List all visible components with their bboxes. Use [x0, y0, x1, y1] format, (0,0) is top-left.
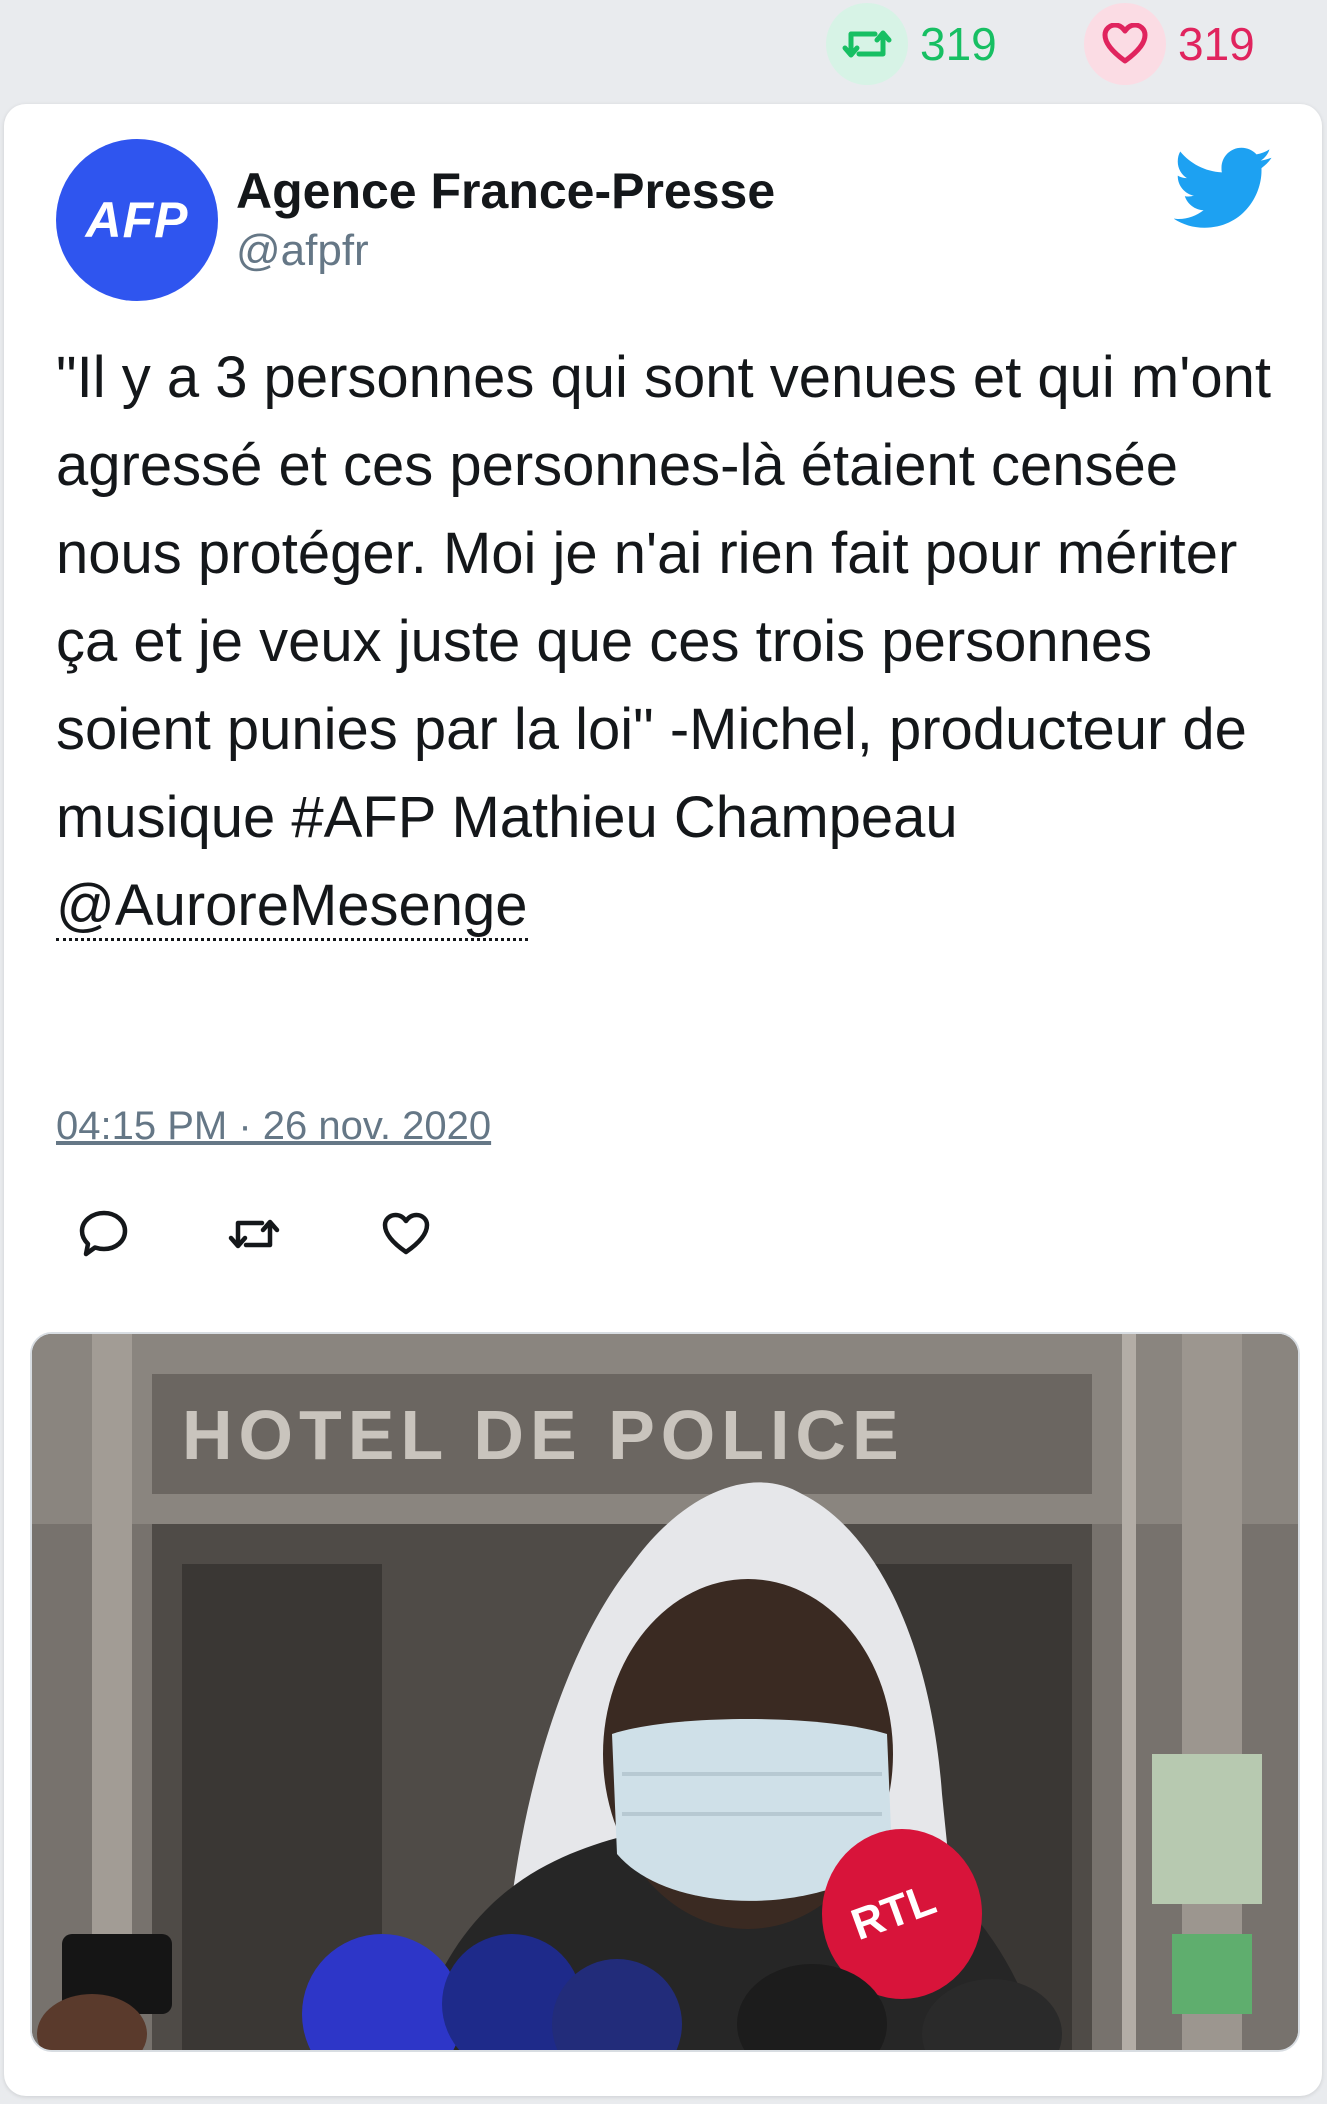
tweet-text: "Il y a 3 personnes qui sont venues et q… — [56, 334, 1286, 950]
avatar-text: AFP — [85, 192, 189, 248]
like-button[interactable] — [376, 1204, 436, 1264]
retweet-button[interactable] — [224, 1204, 284, 1264]
tweet-timestamp[interactable]: 04:15 PM · 26 nov. 2020 — [56, 1104, 491, 1149]
sign-text: HOTEL DE POLICE — [182, 1396, 905, 1474]
avatar[interactable]: AFP — [56, 139, 218, 301]
retweet-stat[interactable]: 319 — [826, 3, 997, 85]
reply-button[interactable] — [74, 1204, 134, 1264]
author-name[interactable]: Agence France-Presse — [236, 162, 775, 220]
tweet-card: AFP Agence France-Presse @afpfr "Il y a … — [4, 104, 1322, 2096]
retweet-icon — [228, 1219, 280, 1249]
retweet-icon[interactable] — [826, 3, 908, 85]
reply-icon — [79, 1210, 128, 1257]
tweet-stats-bar: 319 319 — [0, 0, 1327, 95]
tweet-body: "Il y a 3 personnes qui sont venues et q… — [56, 345, 1271, 850]
like-stat[interactable]: 319 — [1084, 3, 1255, 85]
heart-icon[interactable] — [1084, 3, 1166, 85]
tweet-photo[interactable]: HOTEL DE POLICE RTL — [30, 1332, 1300, 2052]
mention-link[interactable]: @AuroreMesenge — [56, 873, 528, 941]
photo-scene: HOTEL DE POLICE RTL — [32, 1334, 1298, 2050]
heart-icon — [382, 1212, 430, 1255]
like-count: 319 — [1178, 18, 1255, 70]
twitter-bird-icon[interactable] — [1174, 146, 1274, 232]
author-handle[interactable]: @afpfr — [236, 226, 369, 276]
retweet-count: 319 — [920, 18, 997, 70]
